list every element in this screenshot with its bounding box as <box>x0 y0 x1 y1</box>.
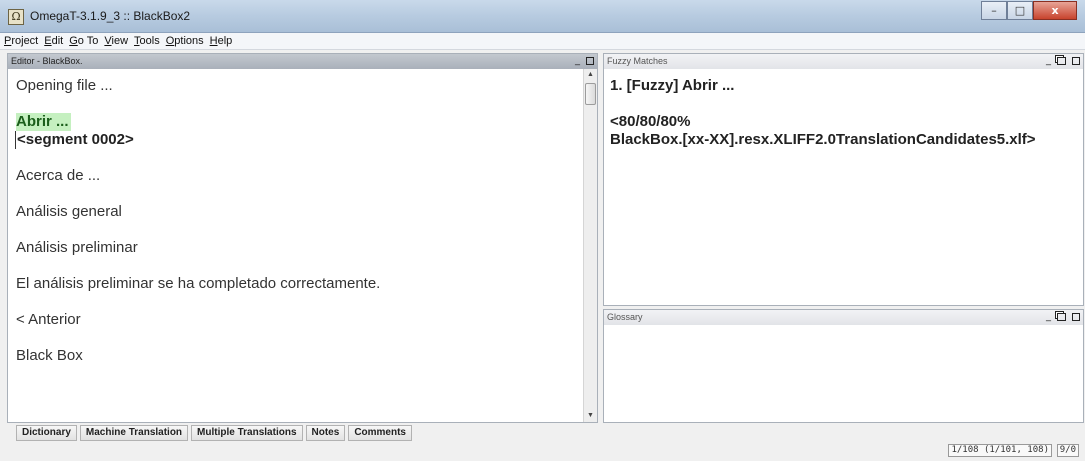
menu-bar: Project Edit Go To View Tools Options He… <box>0 33 1085 50</box>
active-segment-source[interactable]: Abrir ... <box>16 113 71 131</box>
segment-text[interactable]: El análisis preliminar se ha completado … <box>16 275 583 293</box>
fuzzy-match-source-file: BlackBox.[xx-XX].resx.XLIFF2.0Translatio… <box>610 131 1036 148</box>
active-segment-target[interactable]: <segment 0002> <box>15 131 583 149</box>
scroll-thumb[interactable] <box>585 83 596 105</box>
editor-pane-controls: _ <box>575 54 594 69</box>
maximize-pane-icon[interactable] <box>1072 57 1080 65</box>
menu-goto[interactable]: Go To <box>69 35 98 47</box>
close-button[interactable]: x <box>1033 1 1077 20</box>
menu-project[interactable]: Project <box>4 35 38 47</box>
menu-edit[interactable]: Edit <box>44 35 63 47</box>
segment-text[interactable]: < Anterior <box>16 311 583 329</box>
glossary-title: Glossary <box>607 312 643 322</box>
maximize-pane-icon[interactable] <box>586 57 594 65</box>
fuzzy-matches-pane: Fuzzy Matches _ 1. [Fuzzy] Abrir ... <80… <box>603 53 1084 306</box>
omegat-window: Ω OmegaT-3.1.9_3 :: BlackBox2 – □ x Proj… <box>0 0 1085 461</box>
editor-scrollbar[interactable]: ▲ ▼ <box>583 69 597 422</box>
menu-options[interactable]: Options <box>166 35 204 47</box>
segment-text[interactable]: Acerca de ... <box>16 167 583 185</box>
maximize-pane-icon[interactable] <box>1072 313 1080 321</box>
status-bar: 1/108 (1/101, 108) 9/0 <box>0 441 1085 461</box>
fuzzy-pane-controls: _ <box>1046 54 1080 69</box>
editor-pane-header[interactable]: Editor - BlackBox. _ <box>8 54 597 69</box>
segment-text[interactable]: Análisis preliminar <box>16 239 583 257</box>
tab-comments[interactable]: Comments <box>348 425 412 441</box>
editor-text-area[interactable]: Opening file ... Abrir ... <segment 0002… <box>8 69 583 422</box>
segment-text[interactable]: Opening file ... <box>16 77 583 95</box>
character-count-indicator[interactable]: 9/0 <box>1056 444 1079 457</box>
segment-text[interactable]: Análisis general <box>16 203 583 221</box>
bottom-pane-tabs: Dictionary Machine Translation Multiple … <box>16 425 415 441</box>
segment-text[interactable]: Black Box <box>16 347 583 365</box>
menu-tools[interactable]: Tools <box>134 35 160 47</box>
omegat-app-icon[interactable]: Ω <box>8 9 24 25</box>
fuzzy-matches-title: Fuzzy Matches <box>607 56 668 66</box>
minimize-pane-icon[interactable]: _ <box>1046 54 1051 69</box>
title-bar[interactable]: Ω OmegaT-3.1.9_3 :: BlackBox2 – □ x <box>0 0 1085 33</box>
glossary-header[interactable]: Glossary _ <box>604 310 1083 325</box>
glossary-content[interactable] <box>604 327 1083 422</box>
undock-pane-icon[interactable] <box>1057 57 1066 65</box>
fuzzy-matches-content[interactable]: 1. [Fuzzy] Abrir ... <80/80/80% BlackBox… <box>604 69 1083 305</box>
minimize-pane-icon[interactable]: _ <box>575 54 580 69</box>
fuzzy-match-score: <80/80/80% <box>610 113 691 130</box>
editor-pane-title: Editor - BlackBox. <box>11 56 83 66</box>
menu-view[interactable]: View <box>104 35 128 47</box>
undock-pane-icon[interactable] <box>1057 313 1066 321</box>
tab-machine-translation[interactable]: Machine Translation <box>79 425 189 441</box>
editor-pane: Editor - BlackBox. _ Opening file ... Ab… <box>7 53 598 423</box>
maximize-button[interactable]: □ <box>1007 1 1033 20</box>
scroll-up-arrow-icon[interactable]: ▲ <box>584 69 597 81</box>
window-controls: – □ x <box>981 1 1077 21</box>
tab-multiple-translations[interactable]: Multiple Translations <box>191 425 303 441</box>
glossary-pane: Glossary _ <box>603 309 1084 423</box>
scroll-down-arrow-icon[interactable]: ▼ <box>584 410 597 422</box>
glossary-pane-controls: _ <box>1046 310 1080 325</box>
window-title: OmegaT-3.1.9_3 :: BlackBox2 <box>30 9 191 23</box>
menu-help[interactable]: Help <box>210 35 233 47</box>
progress-indicator[interactable]: 1/108 (1/101, 108) <box>948 444 1052 457</box>
fuzzy-matches-header[interactable]: Fuzzy Matches _ <box>604 54 1083 69</box>
minimize-pane-icon[interactable]: _ <box>1046 310 1051 325</box>
minimize-button[interactable]: – <box>981 1 1007 20</box>
tab-notes[interactable]: Notes <box>305 425 346 441</box>
fuzzy-match-title[interactable]: 1. [Fuzzy] Abrir ... <box>610 77 1083 95</box>
tab-dictionary[interactable]: Dictionary <box>16 425 77 441</box>
